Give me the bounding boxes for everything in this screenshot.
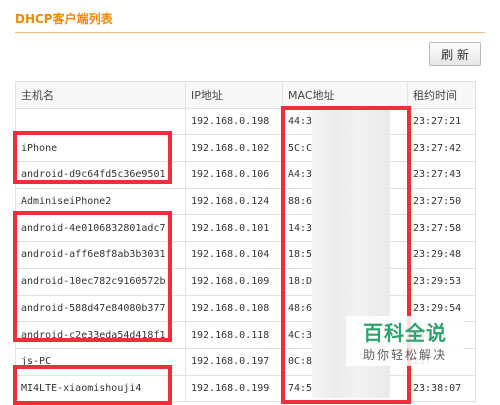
cell-ip: 192.168.0.109 — [185, 267, 283, 296]
watermark: 百科全说 助你轻松解决 — [346, 316, 464, 366]
cell-ip: 192.168.0.118 — [185, 321, 283, 349]
cell-lease: 23:27:21 — [407, 107, 476, 136]
column-header-lease[interactable]: 租约时间 — [407, 81, 476, 109]
cell-ip: 192.168.0.124 — [185, 187, 283, 216]
cell-lease: 23:29:48 — [407, 241, 476, 269]
cell-lease: 23:27:50 — [407, 187, 476, 216]
title-divider — [15, 32, 485, 33]
column-header-ip[interactable]: IP地址 — [185, 81, 283, 109]
cell-lease: 23:27:42 — [407, 134, 476, 163]
cell-lease: 23:27:43 — [407, 161, 476, 189]
highlight-box-mi4lte — [13, 365, 172, 405]
cell-ip: 192.168.0.106 — [185, 161, 283, 189]
column-header-hostname[interactable]: 主机名 — [15, 81, 186, 109]
cell-lease: 23:38:07 — [407, 374, 476, 403]
cell-ip: 192.168.0.108 — [185, 294, 283, 323]
cell-ip: 192.168.0.104 — [185, 241, 283, 269]
cell-lease: 23:27:58 — [407, 214, 476, 243]
cell-ip: 192.168.0.198 — [185, 107, 283, 136]
cell-ip: 192.168.0.101 — [185, 214, 283, 243]
page-title: DHCP客户端列表 — [15, 12, 113, 26]
highlight-box-android-group — [13, 211, 172, 342]
highlight-box-iphone-android — [13, 131, 172, 184]
cell-ip: 192.168.0.102 — [185, 134, 283, 163]
cell-ip: 192.168.0.197 — [185, 347, 283, 376]
table-header-row: 主机名 IP地址 MAC地址 租约时间 — [15, 81, 476, 109]
watermark-subtitle: 助你轻松解决 — [362, 348, 447, 362]
column-header-mac[interactable]: MAC地址 — [282, 81, 408, 109]
cell-ip: 192.168.0.199 — [185, 374, 283, 403]
refresh-button[interactable]: 刷 新 — [429, 42, 481, 66]
cell-lease: 23:29:53 — [407, 267, 476, 296]
watermark-title: 百科全说 — [363, 321, 447, 345]
